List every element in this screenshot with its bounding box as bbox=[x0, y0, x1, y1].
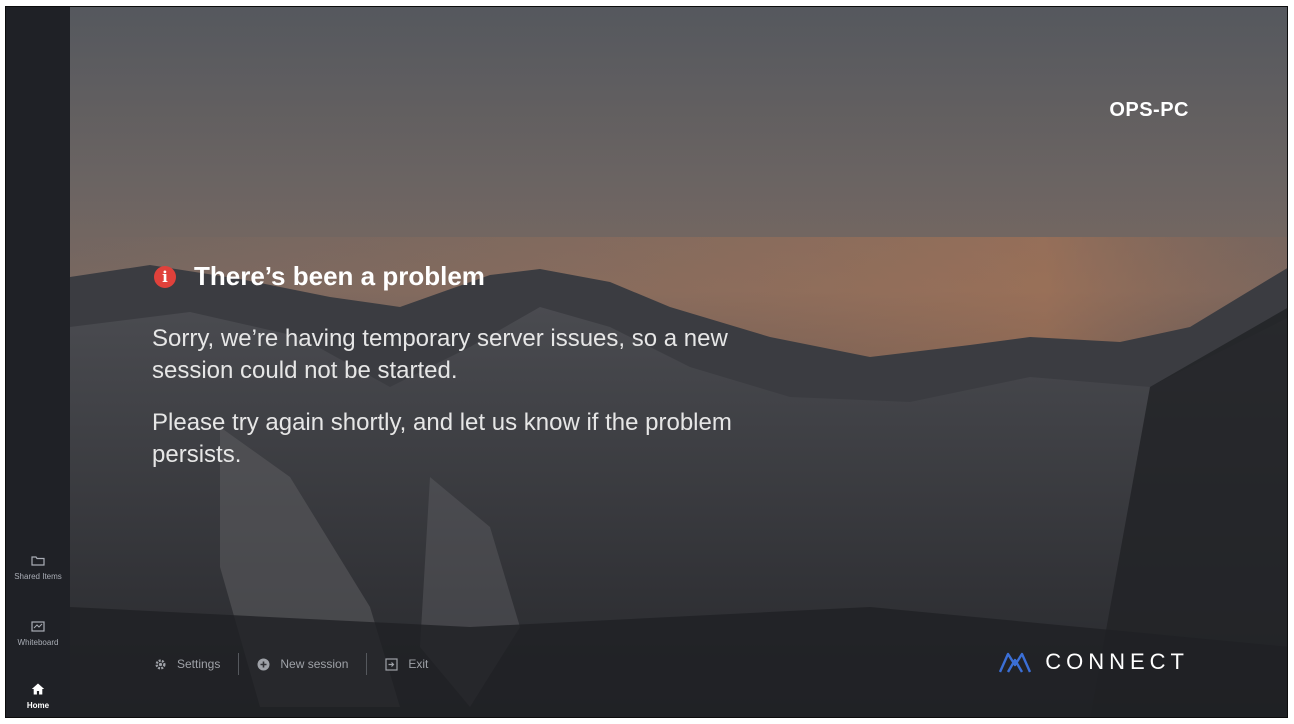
sidebar-item-shared-items[interactable]: Shared Items bbox=[6, 555, 70, 582]
sidebar-item-label: Shared Items bbox=[14, 572, 62, 581]
new-session-label: New session bbox=[280, 657, 349, 671]
sidebar-item-home[interactable]: Home bbox=[6, 683, 70, 711]
brand-name: CONNECT bbox=[1045, 649, 1189, 674]
sidebar-item-label: Whiteboard bbox=[17, 638, 59, 647]
error-title: There’s been a problem bbox=[194, 261, 485, 291]
error-heading: i There’s been a problem bbox=[154, 261, 485, 292]
device-name: OPS-PC bbox=[1109, 99, 1189, 121]
home-icon bbox=[6, 683, 70, 698]
settings-label: Settings bbox=[177, 657, 221, 671]
gear-icon bbox=[154, 658, 167, 671]
sidebar-item-whiteboard[interactable]: Whiteboard bbox=[6, 621, 70, 648]
sidebar-item-label: Home bbox=[26, 701, 50, 710]
whiteboard-icon bbox=[6, 621, 70, 635]
error-help-message: Please try again shortly, and let us kno… bbox=[152, 409, 732, 468]
divider bbox=[366, 653, 368, 675]
sidebar: Shared Items Whiteboard Home bbox=[6, 7, 70, 717]
main-area: OPS-PC i There’s been a problem Sorry, w… bbox=[70, 7, 1287, 717]
exit-button[interactable]: Exit bbox=[385, 657, 428, 671]
exit-label: Exit bbox=[408, 657, 429, 671]
new-session-button[interactable]: New session bbox=[257, 657, 348, 671]
plus-circle-icon bbox=[257, 658, 270, 671]
footer-actions: Settings New session Exit bbox=[154, 653, 428, 675]
settings-button[interactable]: Settings bbox=[154, 657, 220, 671]
exit-icon bbox=[385, 657, 398, 671]
error-message: Sorry, we’re having temporary server iss… bbox=[152, 325, 728, 384]
info-alert-icon: i bbox=[154, 265, 176, 288]
app-window: Shared Items Whiteboard Home OPS-PC i Th… bbox=[5, 6, 1288, 718]
divider bbox=[238, 653, 240, 675]
connect-logo-icon bbox=[999, 652, 1032, 673]
folder-icon bbox=[6, 555, 70, 569]
brand-logo: CONNECT bbox=[999, 649, 1189, 675]
